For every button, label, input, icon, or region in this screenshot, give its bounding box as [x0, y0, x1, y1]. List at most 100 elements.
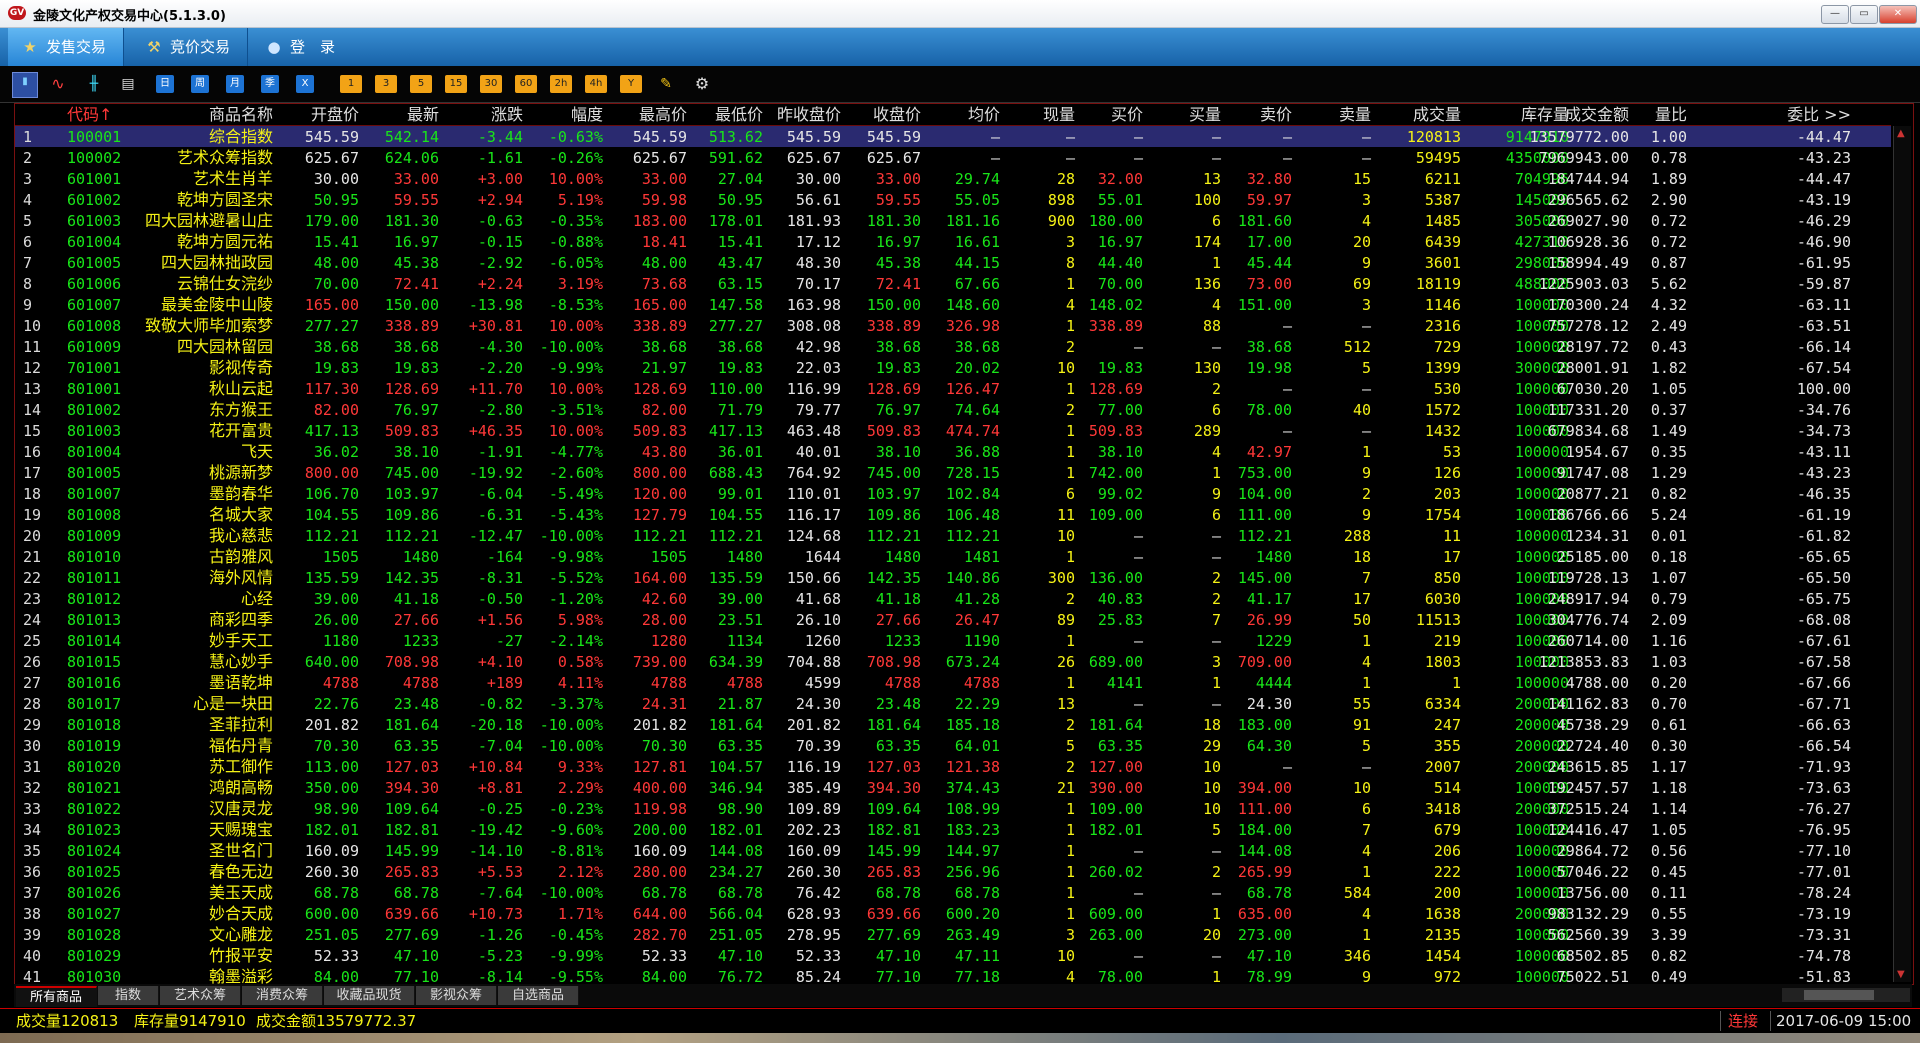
close-button[interactable]: ✕: [1879, 5, 1917, 24]
table-row[interactable]: 22 801011 海外风情 135.59 142.35 -8.31 -5.52% 164.0…: [15, 567, 1891, 588]
header-pct[interactable]: 幅度: [571, 106, 603, 124]
table-row[interactable]: 18 801007 墨韵春华 106.70 103.97 -6.04 -5.49% 120.0…: [15, 483, 1891, 504]
minute-1-button[interactable]: 1: [340, 75, 362, 93]
scroll-down-icon[interactable]: ▼: [1897, 969, 1905, 980]
header-vol-ratio[interactable]: 量比: [1655, 106, 1687, 124]
tab-watchlist[interactable]: 自选商品: [498, 986, 579, 1005]
header-avg[interactable]: 均价: [968, 106, 1000, 124]
table-row[interactable]: 6 601004 乾坤方圆元祐 15.41 16.97 -0.15 -0.88% 18.41 1…: [15, 231, 1891, 252]
period-quarter-button[interactable]: 季: [261, 75, 279, 93]
period-x-button[interactable]: X: [296, 75, 314, 93]
settings-gear-icon[interactable]: ⚙: [692, 75, 712, 93]
header-ask-vol[interactable]: 卖量: [1339, 106, 1371, 124]
header-ask[interactable]: 卖价: [1260, 106, 1292, 124]
bar-chart-icon[interactable]: ▮: [12, 72, 38, 98]
tab-all-goods[interactable]: 所有商品: [16, 986, 97, 1007]
table-row[interactable]: 17 801005 桃源新梦 800.00 745.00 -19.92 -2.60% 800.…: [15, 462, 1891, 483]
tab-index[interactable]: 指数: [98, 986, 159, 1005]
scroll-thumb[interactable]: [1804, 990, 1874, 1000]
header-bid[interactable]: 买价: [1111, 106, 1143, 124]
header-bid-vol[interactable]: 买量: [1189, 106, 1221, 124]
header-open[interactable]: 开盘价: [311, 106, 359, 124]
period-week-button[interactable]: 周: [191, 75, 209, 93]
header-close[interactable]: 收盘价: [873, 106, 921, 124]
vertical-scrollbar[interactable]: ▲ ▼: [1893, 126, 1911, 982]
candlestick-icon[interactable]: ╫: [84, 75, 104, 93]
table-row[interactable]: 14 801002 东方猴王 82.00 76.97 -2.80 -3.51% 82.00 71…: [15, 399, 1891, 420]
minute-3-button[interactable]: 3: [375, 75, 397, 93]
minute-30-button[interactable]: 30: [480, 75, 502, 93]
table-row[interactable]: 27 801016 墨语乾坤 4788 4788 +189 4.11% 4788 4788 459…: [15, 672, 1891, 693]
header-high[interactable]: 最高价: [639, 106, 687, 124]
minute-60-button[interactable]: 60: [515, 75, 537, 93]
header-name[interactable]: 商品名称: [209, 106, 273, 124]
year-button[interactable]: Y: [620, 75, 642, 93]
scroll-up-icon[interactable]: ▲: [1897, 128, 1905, 139]
hour-4-button[interactable]: 4h: [585, 75, 607, 93]
tab-art-crowdfunding[interactable]: 艺术众筹: [160, 986, 241, 1005]
table-row[interactable]: 31 801020 苏工御作 113.00 127.03 +10.84 9.33% 127.8…: [15, 756, 1891, 777]
period-day-button[interactable]: 日: [156, 75, 174, 93]
table-row[interactable]: 5 601003 四大园林避暑山庄 179.00 181.30 -0.63 -0.35% 18…: [15, 210, 1891, 231]
table-icon[interactable]: ▤: [118, 75, 138, 93]
table-row[interactable]: 36 801025 春色无边 260.30 265.83 +5.53 2.12% 280.00…: [15, 861, 1891, 882]
header-cur-vol[interactable]: 现量: [1043, 106, 1075, 124]
table-row[interactable]: 40 801029 竹报平安 52.33 47.10 -5.23 -9.99% 52.33 47…: [15, 945, 1891, 966]
table-row[interactable]: 1 100001 综合指数 545.59 542.14 -3.44 -0.63% 545.59…: [15, 126, 1891, 147]
table-row[interactable]: 20 801009 我心慈悲 112.21 112.21 -12.47 -10.00% 112…: [15, 525, 1891, 546]
tab-login[interactable]: ● 登 录: [258, 28, 358, 66]
tab-collectibles-spot[interactable]: 收藏品现货: [324, 986, 415, 1005]
header-low[interactable]: 最低价: [715, 106, 763, 124]
table-row[interactable]: 24 801013 商彩四季 26.00 27.66 +1.56 5.98% 28.00 23.…: [15, 609, 1891, 630]
table-row[interactable]: 41 801030 翰墨溢彩 84.00 77.10 -8.14 -9.55% 84.00 76…: [15, 966, 1891, 985]
hour-2-button[interactable]: 2h: [550, 75, 572, 93]
header-last[interactable]: 最新: [407, 106, 439, 124]
table-row[interactable]: 3 601001 艺术生肖羊 30.00 33.00 +3.00 10.00% 33.00 27…: [15, 168, 1891, 189]
maximize-button[interactable]: ▭: [1850, 5, 1878, 24]
header-stock[interactable]: 库存量: [1521, 106, 1569, 124]
period-month-button[interactable]: 月: [226, 75, 244, 93]
minimize-button[interactable]: —: [1821, 5, 1849, 24]
table-row[interactable]: 7 601005 四大园林拙政园 48.00 45.38 -2.92 -6.05% 48.00…: [15, 252, 1891, 273]
tab-consumer-crowdfunding[interactable]: 消费众筹: [242, 986, 323, 1005]
table-row[interactable]: 37 801026 美玉天成 68.78 68.78 -7.64 -10.00% 68.78 6…: [15, 882, 1891, 903]
minute-5-button[interactable]: 5: [410, 75, 432, 93]
table-row[interactable]: 28 801017 心是一块田 22.76 23.48 -0.82 -3.37% 24.31 2…: [15, 693, 1891, 714]
header-prev-close[interactable]: 昨收盘价: [777, 106, 841, 124]
header-code[interactable]: 代码↑: [67, 106, 112, 124]
tab-film-crowdfunding[interactable]: 影视众筹: [416, 986, 497, 1005]
header-volume[interactable]: 成交量: [1413, 106, 1461, 124]
tab-sale-trading[interactable]: ★ 发售交易: [8, 28, 124, 66]
table-row[interactable]: 23 801012 心经 39.00 41.18 -0.50 -1.20% 42.60 39.0…: [15, 588, 1891, 609]
table-row[interactable]: 13 801001 秋山云起 117.30 128.69 +11.70 10.00% 128.…: [15, 378, 1891, 399]
table-row[interactable]: 8 601006 云锦仕女浣纱 70.00 72.41 +2.24 3.19% 73.68 63…: [15, 273, 1891, 294]
table-row[interactable]: 9 601007 最美金陵中山陵 165.00 150.00 -13.98 -8.53% 16…: [15, 294, 1891, 315]
line-chart-icon[interactable]: ∿: [48, 75, 68, 93]
table-row[interactable]: 38 801027 妙合天成 600.00 639.66 +10.73 1.71% 644.0…: [15, 903, 1891, 924]
table-row[interactable]: 2 100002 艺术众筹指数 625.67 624.06 -1.61 -0.26% 625.…: [15, 147, 1891, 168]
table-row[interactable]: 30 801019 福佑丹青 70.30 63.35 -7.04 -10.00% 70.30 6…: [15, 735, 1891, 756]
table-row[interactable]: 16 801004 飞天 36.02 38.10 -1.91 -4.77% 43.80 36.0…: [15, 441, 1891, 462]
table-row[interactable]: 15 801003 花开富贵 417.13 509.83 +46.35 10.00% 509.…: [15, 420, 1891, 441]
table-row[interactable]: 12 701001 影视传奇 19.83 19.83 -2.20 -9.99% 21.97 19…: [15, 357, 1891, 378]
table-row[interactable]: 34 801023 天赐瑰宝 182.01 182.81 -19.42 -9.60% 200.…: [15, 819, 1891, 840]
table-row[interactable]: 19 801008 名城大家 104.55 109.86 -6.31 -5.43% 127.7…: [15, 504, 1891, 525]
table-row[interactable]: 26 801015 慧心妙手 640.00 708.98 +4.10 0.58% 739.00…: [15, 651, 1891, 672]
table-row[interactable]: 29 801018 圣菲拉利 201.82 181.64 -20.18 -10.00% 201…: [15, 714, 1891, 735]
minute-15-button[interactable]: 15: [445, 75, 467, 93]
table-row[interactable]: 39 801028 文心雕龙 251.05 277.69 -1.26 -0.45% 282.7…: [15, 924, 1891, 945]
horizontal-scrollbar[interactable]: [1782, 988, 1910, 1002]
pencil-icon[interactable]: ✎: [656, 75, 676, 93]
table-row[interactable]: 25 801014 妙手天工 1180 1233 -27 -2.14% 1280 1134 126…: [15, 630, 1891, 651]
header-amount[interactable]: 成交金额: [1565, 106, 1629, 124]
table-row[interactable]: 21 801010 古韵雅风 1505 1480 -164 -9.98% 1505 1480 16…: [15, 546, 1891, 567]
table-body[interactable]: 1 100001 综合指数 545.59 542.14 -3.44 -0.63% 545.59…: [15, 126, 1891, 984]
table-row[interactable]: 35 801024 圣世名门 160.09 145.99 -14.10 -8.81% 160.…: [15, 840, 1891, 861]
table-row[interactable]: 10 601008 致敬大师毕加索梦 277.27 338.89 +30.81 10.00%…: [15, 315, 1891, 336]
table-row[interactable]: 33 801022 汉唐灵龙 98.90 109.64 -0.25 -0.23% 119.98…: [15, 798, 1891, 819]
tab-bid-trading[interactable]: ⚒ 竞价交易: [136, 28, 248, 66]
table-row[interactable]: 11 601009 四大园林留园 38.68 38.68 -4.30 -10.00% 38.6…: [15, 336, 1891, 357]
table-row[interactable]: 4 601002 乾坤方圆圣宋 50.95 59.55 +2.94 5.19% 59.98 50…: [15, 189, 1891, 210]
header-change[interactable]: 涨跌: [491, 106, 523, 124]
table-row[interactable]: 32 801021 鸿朗高畅 350.00 394.30 +8.81 2.29% 400.00…: [15, 777, 1891, 798]
